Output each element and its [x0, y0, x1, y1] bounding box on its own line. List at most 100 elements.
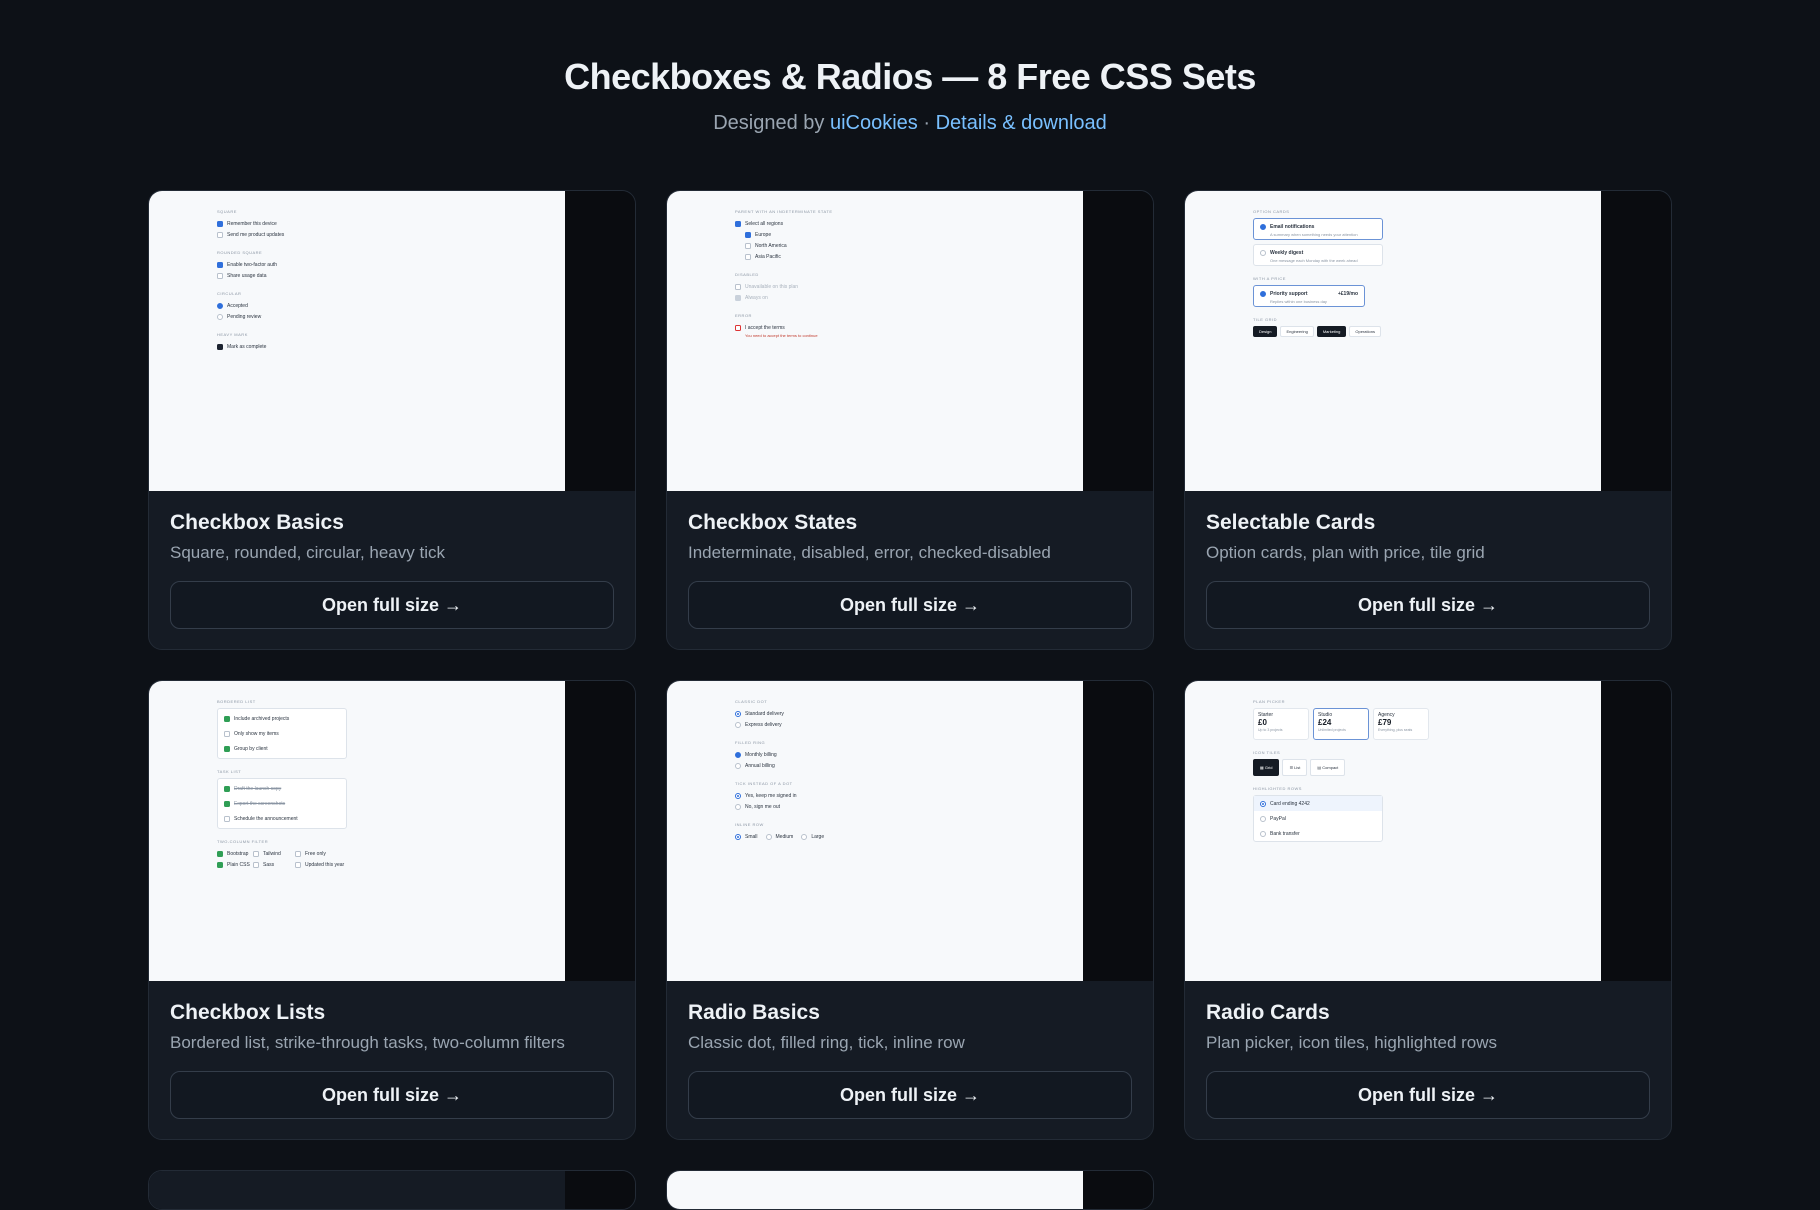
preview-item: Only show my items — [234, 730, 279, 737]
preview-item: Small — [745, 833, 758, 840]
checkbox-icon — [735, 324, 741, 331]
tile-label: Compact — [1322, 765, 1339, 770]
preview-task-list: Draft the launch copy Export the screens… — [217, 778, 347, 829]
plan-price: £79 — [1378, 718, 1392, 727]
card-preview[interactable]: Bordered list Include archived projects … — [149, 681, 635, 981]
card-preview[interactable]: Classic dot Standard delivery Express de… — [667, 681, 1153, 981]
card-description: Bordered list, strike-through tasks, two… — [170, 1033, 565, 1052]
card-title: Radio Basics — [688, 1001, 820, 1024]
tile-label: Grid — [1264, 765, 1273, 770]
preview-section-label: Disabled — [735, 272, 759, 277]
card-preview[interactable]: Option cards Email notifications A summa… — [1185, 191, 1671, 491]
preview-item: Draft the launch copy — [234, 785, 282, 792]
preview-item: Express delivery — [745, 721, 782, 728]
preview-row: Draft the launch copy — [224, 781, 340, 796]
author-link[interactable]: uiCookies — [830, 112, 918, 134]
checkbox-icon — [745, 231, 751, 238]
open-full-size-button[interactable]: Open full size → — [170, 581, 614, 629]
preview-item: Updated this year — [305, 861, 345, 868]
preview-item: Always on — [745, 294, 768, 301]
preview-row: Updated this year — [295, 859, 355, 870]
preview-item: Sass — [263, 861, 275, 868]
preview-item: Unavailable on this plan — [745, 283, 799, 290]
radio-icon — [735, 721, 741, 728]
preview-row: Free only — [295, 848, 355, 859]
preview-section-label: Heavy mark — [217, 332, 248, 337]
radio-icon — [735, 803, 741, 810]
card-checkbox-basics: Square Remember this device Send me prod… — [148, 190, 636, 650]
preview-row: Weekly digest — [1260, 247, 1376, 258]
preview-row: PayPal — [1254, 811, 1382, 826]
preview-section-label: Classic dot — [735, 699, 768, 704]
preview-item: Email notifications — [1270, 223, 1315, 230]
preview-tile: Design — [1253, 326, 1278, 337]
preview-row: Unavailable on this plan — [735, 281, 833, 292]
card-body: Checkbox States Indeterminate, disabled,… — [667, 491, 1153, 649]
preview-row: Pending review — [217, 311, 284, 322]
card-preview[interactable] — [149, 1171, 635, 1209]
preview-section-label: Square — [217, 209, 237, 214]
checkbox-icon — [735, 283, 741, 290]
card-checkbox-lists: Bordered list Include archived projects … — [148, 680, 636, 1140]
card-preview[interactable]: Parent with an indeterminate state Selec… — [667, 191, 1153, 491]
preview-plan: Studio £24 Unlimited projects — [1313, 708, 1369, 740]
preview-row: Remember this device — [217, 218, 284, 229]
preview-highlighted-rows: Card ending 4242 PayPal Bank transfer — [1253, 795, 1383, 842]
checkbox-icon — [224, 785, 230, 792]
card-title: Radio Cards — [1206, 1001, 1330, 1024]
preview-item: Share usage data — [227, 272, 267, 279]
preview-bordered-list: Include archived projects Only show my i… — [217, 708, 347, 759]
card-radio-basics: Classic dot Standard delivery Express de… — [666, 680, 1154, 1140]
preview-row: Group by client — [224, 741, 340, 756]
preview-content: Square Remember this device Send me prod… — [217, 209, 284, 352]
checkbox-icon — [224, 730, 230, 737]
preview-item-desc: A summary when something needs your atte… — [1270, 232, 1358, 237]
page-header: Checkboxes & Radios — 8 Free CSS Sets De… — [0, 0, 1820, 135]
preview-section-label: Highlighted rows — [1253, 786, 1302, 791]
radio-icon — [735, 792, 741, 799]
preview-plan-price: +£19/mo — [1337, 290, 1358, 297]
preview-row: Share usage data — [217, 270, 284, 281]
open-full-size-button[interactable]: Open full size → — [688, 581, 1132, 629]
preview-item: Standard delivery — [745, 710, 784, 717]
preview-row: Enable two-factor auth — [217, 259, 284, 270]
open-full-size-button[interactable]: Open full size → — [688, 1071, 1132, 1119]
preview-tile: ▤ Compact — [1310, 759, 1346, 776]
card-preview[interactable]: Square Remember this device Send me prod… — [149, 191, 635, 491]
preview-content: Plan picker Starter £0 Up to 3 projectsStu… — [1253, 699, 1433, 842]
card-preview[interactable]: Plan picker Starter £0 Up to 3 projectsStu… — [1185, 681, 1671, 981]
preview-item: North America — [755, 242, 787, 249]
open-full-size-button[interactable]: Open full size → — [170, 1071, 614, 1119]
preview-item: Yes, keep me signed in — [745, 792, 797, 799]
preview-item: Plain CSS — [227, 861, 250, 868]
preview-item: Tailwind — [263, 850, 281, 857]
preview-option-card: Email notifications A summary when somet… — [1253, 218, 1383, 240]
card-checkbox-states: Parent with an indeterminate state Selec… — [666, 190, 1154, 650]
preview-tile: Operations — [1349, 326, 1381, 337]
card-partial — [666, 1170, 1154, 1210]
preview-row: Select all regions — [735, 218, 833, 229]
preview-tile: Marketing — [1316, 326, 1347, 337]
preview-item: Accepted — [227, 302, 248, 309]
preview-item: Annual billing — [745, 762, 775, 769]
preview-item: Enable two-factor auth — [227, 261, 278, 268]
preview-section-label: Tile grid — [1253, 317, 1278, 322]
preview-row: I accept the terms — [735, 322, 833, 333]
preview-filter-grid: Bootstrap Tailwind Free only Plain CSS S… — [217, 848, 355, 870]
radio-icon — [735, 833, 741, 840]
details-download-link[interactable]: Details & download — [936, 112, 1107, 134]
preview-row: No, sign me out — [735, 801, 824, 812]
preview-sheet: Classic dot Standard delivery Express de… — [667, 681, 1083, 981]
preview-item: Priority support — [1270, 290, 1308, 297]
preview-item: Europe — [755, 231, 772, 238]
checkbox-icon — [1260, 223, 1266, 230]
card-title: Selectable Cards — [1206, 511, 1376, 534]
preview-row: Express delivery — [735, 719, 824, 730]
open-full-size-button[interactable]: Open full size → — [1206, 1071, 1650, 1119]
plan-note: Everything, plus seats — [1378, 728, 1413, 732]
card-preview[interactable] — [667, 1171, 1153, 1209]
radio-icon — [735, 762, 741, 769]
page-title: Checkboxes & Radios — 8 Free CSS Sets — [564, 56, 1256, 97]
preview-plan: Agency £79 Everything, plus seats — [1373, 708, 1429, 740]
open-full-size-button[interactable]: Open full size → — [1206, 581, 1650, 629]
